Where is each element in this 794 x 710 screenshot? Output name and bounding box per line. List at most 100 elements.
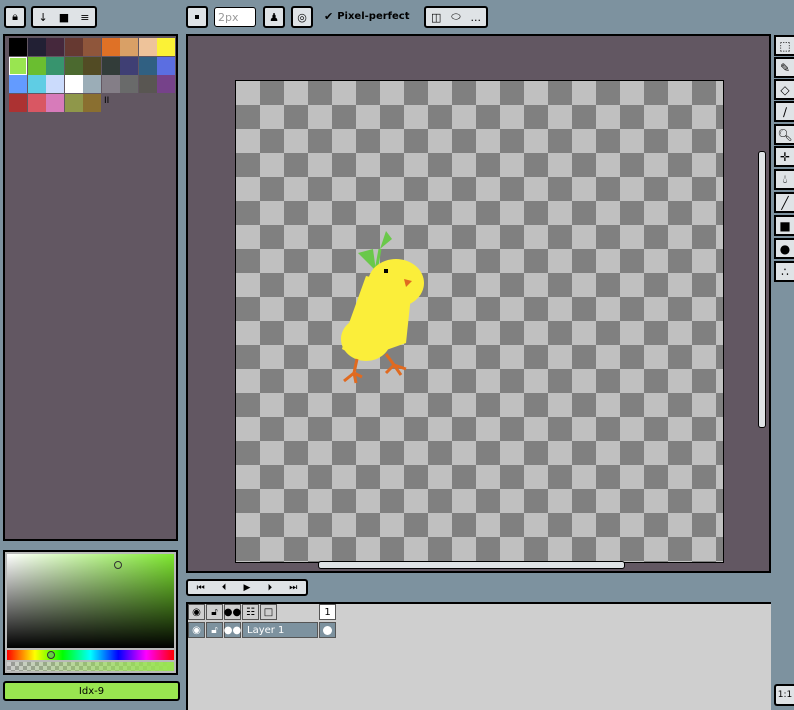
- zoom-one-to-one-button[interactable]: 1:1: [774, 684, 794, 706]
- palette-swatch[interactable]: [27, 93, 46, 112]
- lock-header[interactable]: 🔓︎: [206, 604, 223, 620]
- palette-swatch[interactable]: [157, 38, 175, 56]
- link-icon: ●●: [223, 606, 242, 618]
- palette-swatch[interactable]: [9, 56, 27, 75]
- palette-swatch[interactable]: [83, 38, 101, 56]
- color-picker[interactable]: [3, 550, 178, 675]
- pixel-perfect-checkbox[interactable]: ✔ Pixel-perfect: [324, 10, 410, 23]
- symmetry-buttons: ◫ ⬭ ...: [424, 6, 488, 28]
- timeline-panel: ◉ 🔓︎ ●● ☷ □ 1 ◉ 🔓︎ ●● Layer 1: [186, 602, 771, 710]
- canvas-sprite[interactable]: [235, 80, 724, 563]
- eyedropper-tool[interactable]: ∕: [774, 101, 794, 122]
- palette-swatch[interactable]: [9, 75, 27, 93]
- vertical-scrollbar[interactable]: [758, 151, 766, 428]
- palette-swatch[interactable]: [120, 38, 138, 56]
- visibility-header[interactable]: ◉: [188, 604, 205, 620]
- color-index-button[interactable]: Idx-9: [3, 681, 180, 701]
- palette-swatch[interactable]: [27, 38, 46, 56]
- palette-swatch[interactable]: [9, 93, 27, 112]
- saturation-value-box[interactable]: [7, 554, 174, 648]
- lock-icon: 🔓︎: [211, 606, 218, 618]
- palette-swatch[interactable]: [83, 75, 101, 93]
- zoom-tool[interactable]: 🔍︎: [774, 124, 794, 145]
- next-frame-icon[interactable]: ⏵︎: [268, 583, 273, 593]
- eraser-tool[interactable]: ◇: [774, 79, 794, 100]
- hue-slider[interactable]: [7, 650, 174, 660]
- menu-icon[interactable]: ≡: [80, 11, 89, 24]
- palette-swatch[interactable]: [46, 56, 64, 75]
- vertical-symmetry-icon[interactable]: ◫: [431, 11, 441, 24]
- layer-row[interactable]: ◉ 🔓︎ ●● Layer 1: [188, 622, 338, 639]
- continuous-header[interactable]: ●●: [224, 604, 241, 620]
- palette-swatch[interactable]: [138, 56, 157, 75]
- palette-swatch[interactable]: [83, 93, 101, 112]
- horizontal-scrollbar[interactable]: [318, 561, 625, 569]
- palette-swatch[interactable]: [83, 56, 101, 75]
- palette-swatch[interactable]: [64, 75, 83, 93]
- play-icon[interactable]: ▶: [244, 583, 251, 593]
- frame-number: 1: [324, 606, 331, 618]
- palette-swatch[interactable]: [46, 93, 64, 112]
- rectangle-tool[interactable]: ■: [774, 215, 794, 236]
- prev-frame-icon[interactable]: ⏴︎: [222, 583, 227, 593]
- alpha-slider[interactable]: [7, 662, 174, 671]
- palette-swatch[interactable]: [101, 75, 120, 93]
- palette-swatch[interactable]: [120, 56, 138, 75]
- eye-icon: ◉: [192, 606, 201, 618]
- ellipse-tool[interactable]: ●: [774, 238, 794, 259]
- layer-tree-header[interactable]: ☷: [242, 604, 259, 620]
- move-icon: ✛: [779, 149, 791, 164]
- eye-icon: ◉: [192, 624, 201, 636]
- last-frame-icon[interactable]: ⏭︎: [289, 583, 297, 593]
- lock-button[interactable]: 🔒︎: [4, 6, 26, 28]
- pencil-icon: ✎: [779, 60, 791, 75]
- palette-swatch[interactable]: [64, 93, 83, 112]
- spray-tool[interactable]: ∴: [774, 261, 794, 282]
- line-tool[interactable]: ╱: [774, 192, 794, 213]
- first-frame-icon[interactable]: ⏮︎: [197, 583, 205, 593]
- layer-visibility-toggle[interactable]: ◉: [188, 622, 205, 638]
- horizontal-symmetry-icon[interactable]: ⬭: [451, 10, 460, 24]
- pencil-tool[interactable]: ✎: [774, 57, 794, 78]
- bucket-tool[interactable]: 💧︎: [774, 169, 794, 190]
- stop-icon[interactable]: ■: [59, 11, 69, 24]
- palette-swatch[interactable]: [120, 75, 138, 93]
- pixel-brush-icon: [195, 15, 199, 19]
- cel-cell[interactable]: [319, 622, 336, 638]
- palette-swatch[interactable]: [46, 38, 64, 56]
- move-tool[interactable]: ✛: [774, 146, 794, 167]
- palette-swatch[interactable]: [9, 38, 27, 56]
- more-options[interactable]: ...: [471, 11, 482, 24]
- palette-swatch[interactable]: [46, 75, 64, 93]
- palette-swatch[interactable]: [101, 56, 120, 75]
- layer-continuous-toggle[interactable]: ●●: [224, 622, 241, 638]
- palette-swatch[interactable]: [138, 38, 157, 56]
- download-icon[interactable]: ↓: [39, 11, 48, 24]
- brush-size-field[interactable]: 2px: [214, 7, 256, 27]
- color-index-label: Idx-9: [78, 685, 105, 697]
- palette-swatch[interactable]: [27, 75, 46, 93]
- hue-cursor[interactable]: [47, 651, 55, 659]
- ink-icon: ♟: [269, 10, 279, 24]
- palette-swatch[interactable]: [157, 56, 175, 75]
- frame-number-header[interactable]: 1: [319, 604, 336, 620]
- line-icon: ╱: [781, 195, 789, 210]
- palette-swatch[interactable]: [101, 38, 120, 56]
- palette-swatch[interactable]: [64, 38, 83, 56]
- palette-swatch[interactable]: [64, 56, 83, 75]
- ink-button[interactable]: ♟: [263, 6, 285, 28]
- palette-swatch[interactable]: [138, 75, 157, 93]
- frame-header[interactable]: □: [260, 604, 277, 620]
- palette-swatch[interactable]: [27, 56, 46, 75]
- layer-name-cell[interactable]: Layer 1: [242, 622, 318, 638]
- brush-type-button[interactable]: [186, 6, 208, 28]
- target-button[interactable]: ◎: [291, 6, 313, 28]
- marquee-tool[interactable]: ⬚: [774, 35, 794, 56]
- chick-body: [341, 259, 424, 361]
- sv-cursor[interactable]: [114, 561, 122, 569]
- layer-lock-toggle[interactable]: 🔓︎: [206, 622, 223, 638]
- palette-swatch[interactable]: [157, 75, 175, 93]
- rectangle-icon: ■: [779, 218, 791, 233]
- tree-icon: ☷: [246, 606, 255, 618]
- canvas-viewport[interactable]: [186, 34, 771, 573]
